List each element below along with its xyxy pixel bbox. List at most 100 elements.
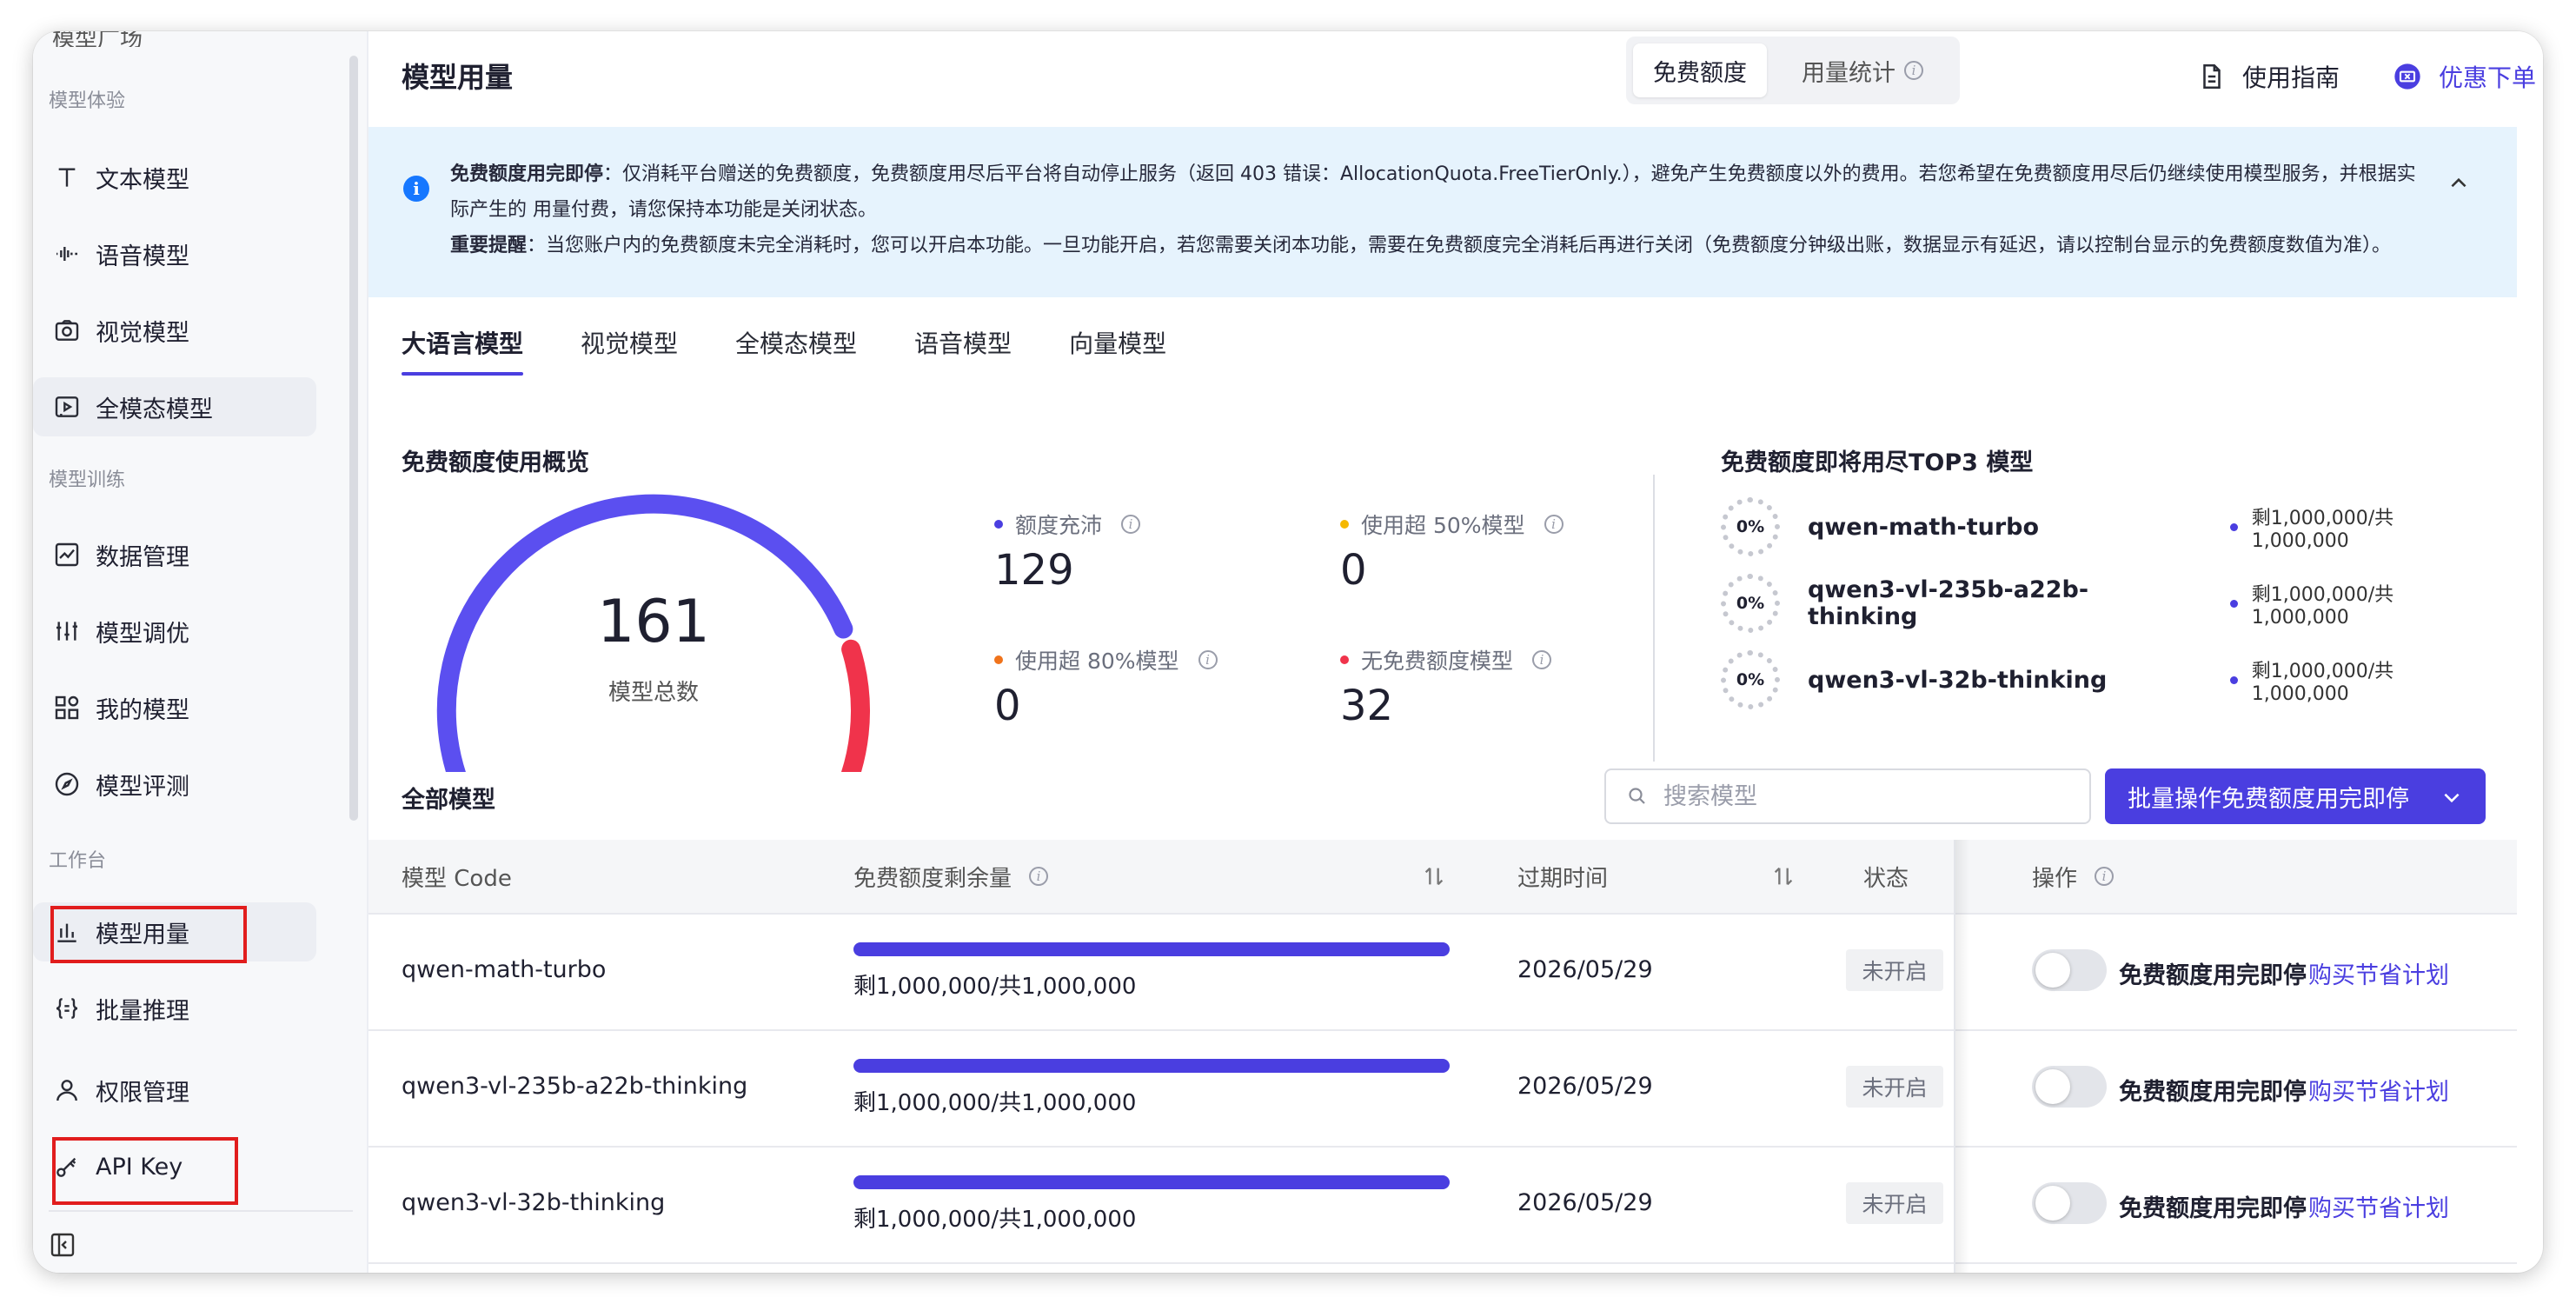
tab-usage-stats[interactable]: 用量统计 i (1776, 43, 1949, 97)
chevron-down-icon (2444, 793, 2460, 803)
top3-row[interactable]: 0% qwen3-vl-32b-thinking 剩1,000,000/共1,0… (1721, 647, 2486, 713)
top3-title: 免费额度即将用尽TOP3 模型 (1721, 449, 2034, 476)
stat-label: 使用超 80%模型 (1015, 649, 1179, 674)
audio-wave-icon (52, 239, 82, 269)
batch-button-label: 批量操作免费额度用完即停 (2128, 785, 2409, 813)
guide-link[interactable]: 使用指南 (2197, 54, 2340, 99)
highlight-box-api-key (52, 1137, 238, 1205)
sidebar-item-model-tuning[interactable]: 模型调优 (33, 602, 316, 661)
buy-savings-plan-link[interactable]: 购买节省计划 (2308, 956, 2449, 990)
sidebar-scrollbar[interactable] (349, 56, 358, 821)
collapse-up-icon[interactable] (2447, 172, 2470, 195)
sidebar-item-omni-model[interactable]: 全模态模型 (33, 377, 316, 436)
sidebar-item-model-eval[interactable]: 模型评测 (33, 755, 316, 814)
info-icon[interactable]: i (1544, 515, 1564, 534)
user-icon (52, 1075, 82, 1105)
stat-label: 无免费额度模型 (1361, 649, 1514, 674)
collapse-sidebar-icon[interactable] (49, 1231, 76, 1259)
page-title: 模型用量 (402, 61, 514, 94)
free-quota-stop-toggle[interactable] (2032, 949, 2107, 991)
stat-value: 32 (1340, 682, 1394, 730)
tab-omni[interactable]: 全模态模型 (735, 320, 857, 389)
model-code: qwen3-vl-32b-thinking (402, 1189, 666, 1216)
buy-savings-plan-link[interactable]: 购买节省计划 (2308, 1073, 2449, 1107)
vertical-divider (1653, 475, 1655, 762)
fixed-column-shadow (1955, 840, 1969, 1273)
highlight-box-model-usage (50, 906, 247, 963)
remaining-text: 剩1,000,000/共1,000,000 (2251, 507, 2394, 552)
top3-remaining: 剩1,000,000/共1,000,000 (2230, 579, 2486, 629)
total-models-label: 模型总数 (607, 680, 699, 706)
sidebar-item-vision-model[interactable]: 视觉模型 (33, 301, 316, 360)
top3-model-name: qwen-math-turbo (1808, 513, 2040, 541)
sort-icon[interactable] (1422, 864, 1446, 888)
search-box[interactable] (1604, 768, 2091, 824)
tab-llm[interactable]: 大语言模型 (402, 320, 524, 389)
info-icon[interactable]: i (2095, 867, 2115, 886)
discount-order-link[interactable]: 优惠下单 (2393, 54, 2536, 99)
info-icon[interactable]: i (1532, 650, 1552, 669)
sidebar-item-permission[interactable]: 权限管理 (33, 1061, 316, 1120)
sidebar-item-text-model[interactable]: 文本模型 (33, 148, 316, 207)
column-header-status: 状态 (1863, 865, 1909, 892)
top3-model-name: qwen3-vl-32b-thinking (1808, 666, 2108, 694)
page-header: 模型用量 免费额度 用量统计 i 使用指南 优惠下单 (368, 31, 2543, 125)
tab-embedding[interactable]: 向量模型 (1069, 320, 1166, 389)
search-input[interactable] (1662, 782, 2048, 811)
sidebar-item-batch-inference[interactable]: 批量推理 (33, 979, 316, 1038)
info-icon: i (403, 176, 429, 202)
tab-vision[interactable]: 视觉模型 (581, 320, 678, 389)
tab-free-quota[interactable]: 免费额度 (1633, 43, 1767, 97)
braces-icon (52, 994, 82, 1023)
legend-dot (994, 520, 1003, 529)
column-header-ops: 操作 i (2032, 840, 2115, 913)
free-quota-stop-toggle[interactable] (2032, 1066, 2107, 1108)
sidebar-item-my-models[interactable]: 我的模型 (33, 678, 316, 737)
sort-icon[interactable] (1771, 864, 1796, 888)
legend-dot (2230, 599, 2238, 608)
sliders-icon (52, 616, 82, 646)
sidebar-item-data-management[interactable]: 数据管理 (33, 525, 316, 584)
video-icon (52, 392, 82, 422)
sidebar-item-model-square[interactable]: 模型广场 (52, 31, 243, 47)
tab-label: 用量统计 (1802, 59, 1895, 87)
sidebar-item-label: 视觉模型 (96, 319, 189, 347)
order-label: 优惠下单 (2439, 63, 2537, 92)
sidebar-item-voice-model[interactable]: 语音模型 (33, 224, 316, 283)
grid-icon (52, 693, 82, 722)
camera-icon (52, 316, 82, 345)
quota-progress-bar (853, 1059, 1450, 1073)
top3-remaining: 剩1,000,000/共1,000,000 (2230, 655, 2486, 705)
buy-savings-plan-link[interactable]: 购买节省计划 (2308, 1189, 2449, 1223)
stat-sufficient: 额度充沛 i 129 (994, 509, 1141, 595)
tab-label: 免费额度 (1653, 59, 1747, 87)
free-quota-stop-toggle[interactable] (2032, 1182, 2107, 1224)
info-icon[interactable]: i (1029, 867, 1049, 886)
sidebar-group-training: 模型训练 (49, 469, 126, 491)
top3-row[interactable]: 0% qwen3-vl-235b-a22b-thinking 剩1,000,00… (1721, 570, 2486, 636)
top3-row[interactable]: 0% qwen-math-turbo 剩1,000,000/共1,000,000 (1721, 494, 2486, 560)
sidebar-item-label: 文本模型 (96, 166, 189, 194)
quota-progress-bar (853, 942, 1450, 956)
info-icon[interactable]: i (1121, 515, 1141, 534)
toggle-label: 免费额度用完即停 (2119, 962, 2307, 989)
info-icon[interactable]: i (1904, 61, 1923, 80)
batch-operation-button[interactable]: 批量操作免费额度用完即停 (2105, 768, 2486, 824)
column-header-code: 模型 Code (402, 865, 512, 892)
alert-title-1: 免费额度用完即停 (450, 163, 604, 185)
stat-label: 额度充沛 (1015, 513, 1103, 538)
sidebar-item-label: 权限管理 (96, 1079, 189, 1107)
sidebar-item-label: 模型评测 (96, 773, 189, 801)
legend-dot (1340, 520, 1349, 529)
stat-over-80: 使用超 80%模型 i 0 (994, 645, 1218, 730)
toggle-label: 免费额度用完即停 (2119, 1195, 2307, 1222)
quota-remaining-text: 剩1,000,000/共1,000,000 (853, 974, 1137, 1000)
table-header: 模型 Code 免费额度剩余量 i 过期时间 状态 操作 i (368, 840, 2517, 915)
top3-model-name: qwen3-vl-235b-a22b-thinking (1808, 576, 2089, 630)
usage-ring: 0% (1721, 497, 1780, 556)
info-icon[interactable]: i (1198, 650, 1218, 669)
sidebar-divider (49, 1210, 353, 1212)
alert-paragraph-1: 免费额度用完即停：仅消耗平台赠送的免费额度，免费额度用尽后平台将自动停止服务（返… (450, 156, 2430, 228)
stat-over-50: 使用超 50%模型 i 0 (1340, 509, 1564, 595)
tab-voice[interactable]: 语音模型 (914, 320, 1012, 389)
